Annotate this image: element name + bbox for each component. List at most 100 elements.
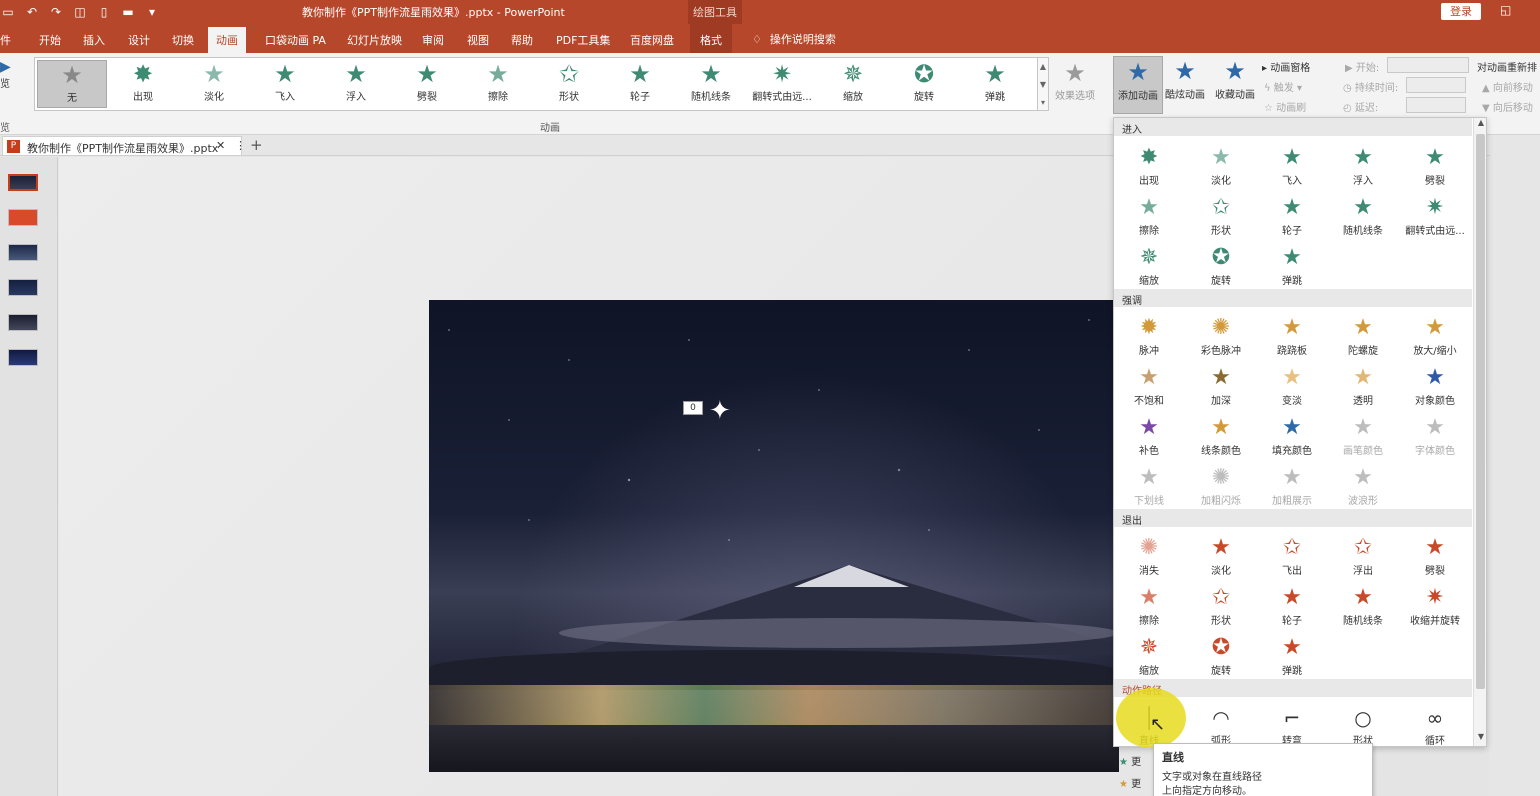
exit-zoom[interactable]: ✵ 缩放 xyxy=(1116,634,1182,682)
path-turns[interactable]: ⌐ 转弯 xyxy=(1259,704,1325,746)
gallery-item-none[interactable]: ★ 无 xyxy=(37,60,107,108)
gallery-item-appear[interactable]: ✸ 出现 xyxy=(108,60,178,108)
gallery-item-grow-turn[interactable]: ✷ 翻转式由远... xyxy=(747,60,817,108)
slide-thumb-4[interactable] xyxy=(8,279,38,296)
tab-help[interactable]: 帮助 xyxy=(511,32,533,48)
panel-scrollbar[interactable]: ▲ ▼ xyxy=(1473,118,1486,746)
customize-toolbar-icon[interactable]: ▾ xyxy=(144,5,160,19)
tab-pocket-animation[interactable]: 口袋动画 PA xyxy=(265,32,326,48)
exit-disappear[interactable]: ✺ 消失 xyxy=(1116,534,1182,582)
enter-grow-turn[interactable]: ✷ 翻转式由远... xyxy=(1402,194,1468,242)
emph-grow-shrink[interactable]: ★ 放大/缩小 xyxy=(1402,314,1468,362)
enter-wipe[interactable]: ★ 擦除 xyxy=(1116,194,1182,242)
duration-input[interactable] xyxy=(1406,77,1466,93)
new-file-icon[interactable]: ▯ xyxy=(96,5,112,19)
scroll-up-icon[interactable]: ▲ xyxy=(1038,58,1048,76)
enter-fade[interactable]: ★ 淡化 xyxy=(1188,144,1254,192)
exit-fade[interactable]: ★ 淡化 xyxy=(1188,534,1254,582)
animation-pane-button[interactable]: ▸ 动画窗格 xyxy=(1262,59,1310,74)
presenter-icon[interactable]: ◫ xyxy=(72,5,88,19)
favorite-animation-button[interactable]: ★ 收藏动画 xyxy=(1210,56,1260,114)
gallery-item-bounce[interactable]: ★ 弹跳 xyxy=(960,60,1030,108)
undo-icon[interactable]: ↶ xyxy=(24,5,40,19)
exit-random-bars[interactable]: ★ 随机线条 xyxy=(1330,584,1396,632)
gallery-item-split[interactable]: ★ 劈裂 xyxy=(392,60,462,108)
tab-review[interactable]: 审阅 xyxy=(422,32,444,48)
enter-shape[interactable]: ✩ 形状 xyxy=(1188,194,1254,242)
redo-icon[interactable]: ↷ xyxy=(48,5,64,19)
gallery-item-float-in[interactable]: ★ 浮入 xyxy=(321,60,391,108)
delay-input[interactable] xyxy=(1406,97,1466,113)
preview-button[interactable]: ▶ 览 xyxy=(0,59,11,90)
exit-float-out[interactable]: ✩ 浮出 xyxy=(1330,534,1396,582)
slide-thumb-5[interactable] xyxy=(8,314,38,331)
tab-animations[interactable]: 动画 xyxy=(208,27,246,53)
scroll-thumb[interactable] xyxy=(1476,134,1485,689)
exit-swivel[interactable]: ✪ 旋转 xyxy=(1188,634,1254,682)
enter-fly-in[interactable]: ★ 飞入 xyxy=(1259,144,1325,192)
slide-image[interactable]: 0 ✦ xyxy=(429,300,1119,772)
gallery-item-random-bars[interactable]: ★ 随机线条 xyxy=(676,60,746,108)
tab-transitions[interactable]: 切换 xyxy=(172,32,194,48)
close-icon[interactable]: ✕ xyxy=(216,139,225,152)
path-shapes[interactable]: ○ 形状 xyxy=(1330,704,1396,746)
save-icon[interactable]: ▭ xyxy=(0,5,16,19)
open-folder-icon[interactable]: ▬ xyxy=(120,5,136,19)
gallery-item-zoom[interactable]: ✵ 缩放 xyxy=(818,60,888,108)
path-loops[interactable]: ∞ 循环 xyxy=(1402,704,1468,746)
gallery-scroll[interactable]: ▲ ▼ ▾ xyxy=(1037,57,1049,111)
gallery-item-fly-in[interactable]: ★ 飞入 xyxy=(250,60,320,108)
gallery-item-shape[interactable]: ✩ 形状 xyxy=(534,60,604,108)
enter-zoom[interactable]: ✵ 缩放 xyxy=(1116,244,1182,292)
gallery-item-wipe[interactable]: ★ 擦除 xyxy=(463,60,533,108)
gallery-item-wheel[interactable]: ★ 轮子 xyxy=(605,60,675,108)
tab-view[interactable]: 视图 xyxy=(467,32,489,48)
exit-wheel[interactable]: ★ 轮子 xyxy=(1259,584,1325,632)
emph-lighten[interactable]: ★ 变淡 xyxy=(1259,364,1325,412)
emph-line-color[interactable]: ★ 线条颜色 xyxy=(1188,414,1254,462)
slide-thumb-2[interactable] xyxy=(8,209,38,226)
sparkle-star-icon[interactable]: ✦ xyxy=(709,398,731,424)
tell-me-search[interactable]: ♢ 操作说明搜索 xyxy=(752,31,836,47)
slide-thumb-6[interactable] xyxy=(8,349,38,366)
start-select[interactable] xyxy=(1387,57,1469,73)
enter-bounce[interactable]: ★ 弹跳 xyxy=(1259,244,1325,292)
exit-split[interactable]: ★ 劈裂 xyxy=(1402,534,1468,582)
exit-shape[interactable]: ✩ 形状 xyxy=(1188,584,1254,632)
effect-options-button[interactable]: ★ 效果选项 xyxy=(1052,59,1098,102)
enter-float-in[interactable]: ★ 浮入 xyxy=(1330,144,1396,192)
tab-design[interactable]: 设计 xyxy=(128,32,150,48)
emph-color-pulse[interactable]: ✺ 彩色脉冲 xyxy=(1188,314,1254,362)
more-emphasis-effects[interactable]: ★ 更 xyxy=(1119,775,1141,790)
cool-animation-button[interactable]: ★ 酷炫动画 xyxy=(1160,56,1210,114)
emph-underline[interactable]: ★ 下划线 xyxy=(1116,464,1182,512)
tab-format[interactable]: 格式 xyxy=(690,24,732,53)
add-animation-button[interactable]: ★ 添加动画 xyxy=(1113,56,1163,114)
scroll-down-icon[interactable]: ▼ xyxy=(1474,732,1486,746)
emph-spin[interactable]: ★ 陀螺旋 xyxy=(1330,314,1396,362)
gallery-item-swivel[interactable]: ✪ 旋转 xyxy=(889,60,959,108)
emph-bold-flash[interactable]: ✺ 加粗闪烁 xyxy=(1188,464,1254,512)
scroll-up-icon[interactable]: ▲ xyxy=(1474,118,1486,132)
emph-transparency[interactable]: ★ 透明 xyxy=(1330,364,1396,412)
emph-complementary[interactable]: ★ 补色 xyxy=(1116,414,1182,462)
slide-thumb-1[interactable] xyxy=(8,174,38,191)
more-entrance-effects[interactable]: ★ 更 xyxy=(1119,753,1141,768)
animation-painter-button[interactable]: ☆ 动画刷 xyxy=(1264,99,1306,114)
tab-baidu-netdisk[interactable]: 百度网盘 xyxy=(630,32,674,48)
exit-shrink-turn[interactable]: ✷ 收缩并旋转 xyxy=(1402,584,1468,632)
tab-home[interactable]: 开始 xyxy=(39,32,61,48)
enter-appear[interactable]: ✸ 出现 xyxy=(1116,144,1182,192)
tab-insert[interactable]: 插入 xyxy=(83,32,105,48)
restore-window-icon[interactable]: ◱ xyxy=(1500,3,1511,17)
exit-bounce[interactable]: ★ 弹跳 xyxy=(1259,634,1325,682)
exit-fly-out[interactable]: ✩ 飞出 xyxy=(1259,534,1325,582)
emph-fill-color[interactable]: ★ 填充颜色 xyxy=(1259,414,1325,462)
emph-bold-reveal[interactable]: ★ 加粗展示 xyxy=(1259,464,1325,512)
emph-teeter[interactable]: ★ 跷跷板 xyxy=(1259,314,1325,362)
document-tab[interactable]: P 教你制作《PPT制作流星雨效果》.pptx ✕ ⋮ xyxy=(2,136,246,156)
tab-pdf-tools[interactable]: PDF工具集 xyxy=(556,32,610,48)
emph-object-color[interactable]: ★ 对象颜色 xyxy=(1402,364,1468,412)
emph-desaturate[interactable]: ★ 不饱和 xyxy=(1116,364,1182,412)
login-button[interactable]: 登录 xyxy=(1441,3,1481,20)
